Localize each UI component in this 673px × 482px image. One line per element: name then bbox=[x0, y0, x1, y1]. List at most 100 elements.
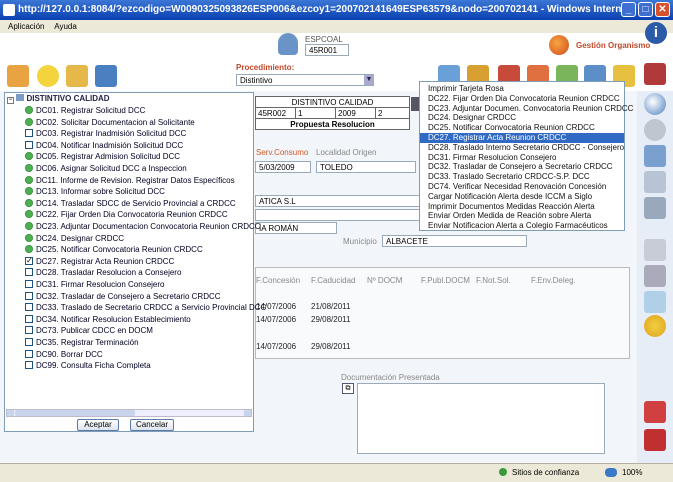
dropdown-option[interactable]: DC23. Adjuntar Documen. Convocatoria Reu… bbox=[428, 104, 633, 114]
done-icon[interactable] bbox=[25, 175, 33, 184]
dropdown-option[interactable]: DC27. Registrar Acta Reunion CRDCC bbox=[420, 133, 624, 143]
tree-item[interactable]: DC32. Trasladar de Consejero a Secretari… bbox=[25, 291, 221, 302]
printer-icon[interactable] bbox=[644, 239, 666, 261]
dropdown-option[interactable]: DC25. Notificar Convocatoria Reunion CRD… bbox=[428, 123, 595, 133]
tree-item[interactable]: DC24. Designar CRDCC bbox=[25, 233, 124, 244]
municipio-field[interactable]: ALBACETE bbox=[382, 235, 527, 247]
dropdown-option[interactable]: Imprimir Documentos Medidas Reacción Ale… bbox=[428, 202, 595, 212]
tree-item[interactable]: DC14. Trasladar SDCC de Servicio Provinc… bbox=[25, 198, 236, 209]
done-icon[interactable] bbox=[25, 233, 33, 242]
back-icon[interactable] bbox=[644, 119, 666, 141]
dropdown-option[interactable]: DC32. Trasladar de Consejero a Secretari… bbox=[428, 162, 613, 172]
nombre-field[interactable]: ÍA ROMÁN bbox=[255, 222, 337, 234]
done-icon[interactable] bbox=[25, 164, 33, 172]
tool-icon[interactable] bbox=[7, 65, 29, 87]
dropdown-option[interactable]: DC22. Fijar Orden Dia Convocatoria Reuni… bbox=[428, 94, 620, 104]
copy-icon[interactable] bbox=[644, 171, 666, 193]
tree-item[interactable]: DC99. Consulta Ficha Completa bbox=[25, 360, 151, 371]
tree-item[interactable]: DC73. Publicar CDCC en DOCM bbox=[25, 325, 153, 336]
tree-horizontal-scrollbar[interactable] bbox=[6, 409, 252, 417]
link-icon[interactable]: ⧉ bbox=[342, 383, 354, 394]
gear-icon[interactable] bbox=[644, 315, 666, 337]
book-icon[interactable] bbox=[644, 63, 666, 85]
localidad-field[interactable]: TOLEDO bbox=[316, 161, 416, 173]
zoom-icon[interactable] bbox=[644, 93, 666, 115]
done-icon[interactable] bbox=[25, 152, 33, 161]
dropdown-option[interactable]: DC31. Firmar Resolucion Consejero bbox=[428, 153, 557, 163]
tree-item[interactable]: DC31. Firmar Resolucion Consejero bbox=[25, 279, 165, 290]
scroll-left-icon[interactable] bbox=[7, 410, 14, 416]
network-icon[interactable] bbox=[95, 65, 117, 87]
checkbox[interactable] bbox=[25, 314, 33, 323]
tree-item[interactable]: DC33. Traslado de Secretario CRDCC a Ser… bbox=[25, 302, 266, 313]
print-icon[interactable] bbox=[411, 97, 419, 111]
info-icon[interactable]: i bbox=[645, 22, 667, 44]
tree-item[interactable]: DC13. Informar sobre Solicitud DCC bbox=[25, 186, 165, 197]
serv-consumo-field[interactable]: 5/03/2009 bbox=[255, 161, 311, 173]
checkbox[interactable] bbox=[25, 255, 33, 266]
checkbox[interactable] bbox=[25, 268, 33, 277]
done-icon[interactable] bbox=[25, 117, 33, 126]
dropdown-option[interactable]: DC33. Traslado Secretario CRDCC-S.P. DCC bbox=[428, 172, 590, 182]
tree-item[interactable]: DC22. Fijar Orden Dia Convocatoria Reuni… bbox=[25, 209, 228, 220]
done-icon[interactable] bbox=[25, 222, 33, 230]
tree-item[interactable]: DC11. Informe de Revision. Registrar Dat… bbox=[25, 175, 235, 186]
close-button[interactable]: ✕ bbox=[655, 2, 670, 17]
layers-icon[interactable] bbox=[644, 145, 666, 167]
procedimiento-select[interactable]: Distintivo bbox=[236, 74, 374, 86]
aceptar-button[interactable]: Aceptar bbox=[77, 419, 119, 431]
menu-aplicacion[interactable]: Aplicación bbox=[8, 22, 44, 31]
tree-item[interactable]: DC05. Registrar Admision Solicitud DCC bbox=[25, 151, 180, 162]
dropdown-option[interactable]: DC28. Traslado Interno Secretario CRDCC … bbox=[428, 143, 624, 153]
tree-item[interactable]: DC35. Registrar Terminación bbox=[25, 337, 139, 348]
folder-icon[interactable] bbox=[66, 65, 88, 87]
documentacion-textarea[interactable] bbox=[357, 383, 605, 454]
done-icon[interactable] bbox=[25, 198, 33, 207]
checkbox[interactable] bbox=[25, 326, 33, 335]
checkbox[interactable] bbox=[25, 338, 33, 346]
dropdown-option[interactable]: DC24. Designar CRDCC bbox=[428, 113, 516, 123]
tree-item[interactable]: DC03. Registrar Inadmisión Solicitud DCC bbox=[25, 128, 186, 139]
dropdown-option[interactable]: Cargar Notificación Alerta desde ICCM a … bbox=[428, 192, 592, 202]
done-icon[interactable] bbox=[25, 106, 33, 114]
tree-item[interactable]: DC02. Solicitar Documentacion al Solicit… bbox=[25, 117, 195, 128]
tree-item[interactable]: DC28. Trasladar Resolucion a Consejero bbox=[25, 267, 181, 278]
menu-ayuda[interactable]: Ayuda bbox=[54, 22, 77, 31]
tree-item[interactable]: DC25. Notificar Convocatoria Reunion CRD… bbox=[25, 244, 203, 255]
dropdown-option[interactable]: Enviar Notificacion Alerta a Colegio Far… bbox=[428, 221, 608, 231]
tree-item[interactable]: DC23. Adjuntar Documentacion Convocatori… bbox=[25, 221, 261, 232]
floppy-icon[interactable] bbox=[644, 197, 666, 219]
maximize-button[interactable]: □ bbox=[638, 2, 653, 17]
checkbox[interactable] bbox=[25, 303, 33, 312]
tree-item[interactable]: DC06. Asignar Solicitud DCC a Inspeccion bbox=[25, 163, 187, 174]
checkbox[interactable] bbox=[25, 140, 33, 149]
paperclip-icon[interactable] bbox=[644, 265, 666, 287]
minimize-button[interactable]: _ bbox=[621, 2, 636, 17]
car-icon[interactable] bbox=[644, 429, 666, 451]
dropdown-option[interactable]: Imprimir Tarjeta Rosa bbox=[428, 84, 504, 94]
scroll-right-icon[interactable] bbox=[244, 410, 251, 416]
done-icon[interactable] bbox=[25, 210, 33, 219]
pdf-icon[interactable] bbox=[644, 291, 666, 313]
done-icon[interactable] bbox=[25, 187, 33, 196]
checkbox[interactable] bbox=[25, 280, 33, 288]
checkbox[interactable] bbox=[25, 129, 33, 138]
checkbox[interactable] bbox=[25, 361, 33, 370]
checkbox[interactable] bbox=[25, 291, 33, 300]
zoom-level[interactable]: 100% bbox=[622, 468, 642, 477]
cancelar-button[interactable]: Cancelar bbox=[130, 419, 174, 431]
checkbox[interactable] bbox=[25, 349, 33, 358]
tree-item[interactable]: DC01. Registrar Solicitud DCC bbox=[25, 105, 145, 116]
collapse-icon[interactable]: − bbox=[7, 97, 14, 104]
dropdown-option[interactable]: Enviar Orden Medida de Reación sobre Ale… bbox=[428, 211, 591, 221]
lightbulb-icon[interactable] bbox=[37, 65, 59, 87]
espcoal-select[interactable]: 45R001 bbox=[305, 44, 349, 56]
chevron-down-icon[interactable]: ▼ bbox=[364, 75, 374, 85]
tools-icon[interactable] bbox=[644, 401, 666, 423]
scroll-thumb[interactable] bbox=[15, 410, 135, 416]
done-icon[interactable] bbox=[25, 245, 33, 254]
tree-item[interactable]: DC34. Notificar Resolucion Establecimien… bbox=[25, 314, 191, 325]
dropdown-option[interactable]: DC74. Verificar Necesidad Renovación Con… bbox=[428, 182, 606, 192]
tree-item[interactable]: DC04. Notificar Inadmisión Solicitud DCC bbox=[25, 140, 183, 151]
tree-item[interactable]: DC90. Borrar DCC bbox=[25, 349, 103, 360]
